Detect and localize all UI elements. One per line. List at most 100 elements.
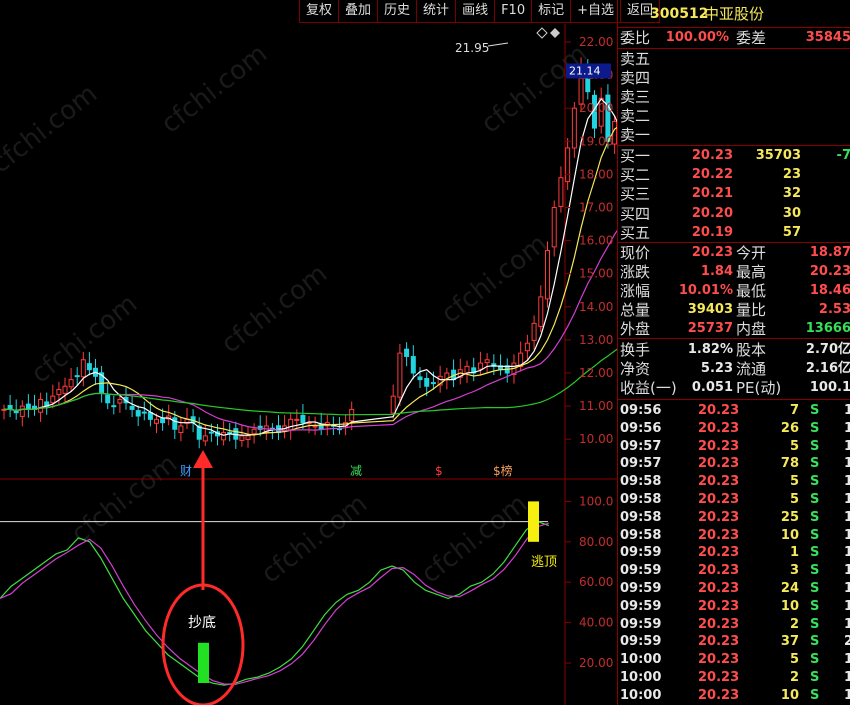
toolbar-overlay-button[interactable]: 叠加 [338, 0, 379, 23]
toolbar-history-button[interactable]: 历史 [377, 0, 418, 23]
tick-count: 1 [844, 563, 850, 579]
tick-row: 10:00 20.23 5 S 1 [618, 651, 850, 669]
candle-body [56, 389, 62, 396]
tick-volume: 5 [789, 474, 799, 490]
bid-label: 买三 [620, 185, 651, 204]
watermark-text: cfchi.com [156, 39, 273, 140]
quote-row: 涨幅 10.01% 最低 18.46 [618, 282, 850, 300]
event-marker: $ [435, 464, 443, 478]
bid-row: 买五 20.19 57 [618, 224, 850, 242]
tick-row: 10:00 20.23 10 S 1 [618, 687, 850, 705]
tick-count: 1 [844, 598, 850, 614]
candle-body [208, 431, 214, 434]
ask-row: 卖三 [618, 88, 850, 106]
fundamental-row: 收益(一) 0.051 PE(动) 100.1 [618, 379, 850, 397]
fundamental-row: 换手 1.82% 股本 2.70亿 [618, 341, 850, 359]
bid-volume: 32 [782, 186, 801, 202]
tick-time: 10:00 [620, 687, 662, 703]
order-diff-label: 委差 [736, 29, 767, 47]
toolbar-f10-button[interactable]: F10 [494, 0, 533, 23]
candle-body [172, 417, 178, 430]
tick-side: S [810, 563, 820, 579]
bid-change: -7 [836, 148, 850, 163]
ask-label: 卖三 [620, 88, 651, 106]
toolbar-draw-line-button[interactable]: 画线 [455, 0, 496, 23]
price-tick-label: 20.00 [579, 101, 613, 115]
candle-body [424, 378, 430, 387]
bid-volume: 35703 [755, 148, 801, 163]
toolbar-mark-button[interactable]: 标记 [531, 0, 572, 23]
tick-count: 1 [844, 670, 850, 685]
tick-count: 1 [844, 438, 850, 454]
toolbar-stats-button[interactable]: 统计 [416, 0, 457, 23]
watermark-text: cfchi.com [436, 229, 553, 330]
kline-chart[interactable]: cfchi.com cfchi.com cfchi.com cfchi.com cfch… [0, 24, 617, 705]
tick-side: S [810, 527, 820, 543]
tick-count: 1 [844, 545, 850, 561]
tick-count: 1 [844, 456, 850, 472]
quote-value: 20.23 [809, 264, 850, 279]
quote-label: 现价 [620, 244, 651, 262]
candle-body [464, 365, 470, 374]
tick-time: 09:57 [620, 438, 662, 454]
top-label: 逃顶 [531, 555, 557, 570]
quote-label: 最高 [736, 263, 767, 281]
tick-price: 20.23 [698, 420, 740, 436]
bid-volume: 30 [782, 205, 801, 221]
tick-side: S [810, 492, 820, 507]
tick-side: S [810, 545, 820, 561]
candle-body [417, 376, 423, 381]
event-marker: 财 [180, 464, 192, 478]
tick-side: S [810, 420, 820, 436]
candle-body [74, 375, 80, 378]
fundamental-label: 收益(一) [620, 379, 677, 397]
tick-volume: 26 [780, 420, 799, 436]
osc-tick-label: 80.00 [579, 535, 613, 549]
tick-time: 09:58 [620, 474, 662, 490]
tick-volume: 10 [780, 598, 799, 614]
watermark-text: cfchi.com [216, 259, 333, 360]
tick-volume: 10 [780, 687, 799, 703]
tick-time: 09:59 [620, 581, 662, 596]
tick-row: 09:58 20.23 5 S 1 [618, 473, 850, 491]
candle-body [390, 395, 396, 414]
toolbar-add-watchlist-button[interactable]: +自选 [570, 0, 622, 23]
price-tick-label: 19.00 [579, 134, 613, 148]
tick-volume: 7 [789, 403, 799, 418]
tick-time: 09:58 [620, 492, 662, 507]
candle-body [154, 418, 159, 424]
tick-price: 20.23 [698, 634, 740, 650]
order-ratio-row: 委比 100.00% 委差 35845 [618, 29, 850, 47]
candle-body [245, 435, 251, 440]
top-signal-bar [528, 501, 539, 542]
order-diff-value: 35845 [805, 30, 850, 45]
toolbar-fuquan-button[interactable]: 复权 [299, 0, 340, 23]
tick-volume: 25 [780, 509, 799, 525]
order-ratio-value: 100.00% [665, 30, 729, 45]
quote-label: 量比 [736, 301, 767, 319]
fundamental-label: 换手 [620, 341, 651, 359]
ask-row: 卖二 [618, 107, 850, 125]
bid-label: 买一 [620, 147, 651, 165]
candle-body [404, 348, 410, 357]
tick-side: S [810, 687, 820, 703]
quote-label: 内盘 [736, 320, 767, 338]
quote-label: 外盘 [620, 320, 651, 338]
candle-body [251, 428, 257, 435]
tick-volume: 5 [789, 652, 799, 668]
watermark: cfchi.com cfchi.com cfchi.com cfchi.com cfch… [0, 39, 593, 590]
fundamental-value: 0.051 [691, 380, 733, 395]
price-tick-label: 10.00 [579, 432, 613, 446]
tick-price: 20.23 [698, 438, 740, 454]
bid-price: 20.23 [691, 148, 733, 163]
bid-price: 20.20 [691, 205, 733, 221]
candle-body [410, 356, 416, 374]
ask-row: 卖一 [618, 126, 850, 144]
price-tick-label: 11.00 [579, 399, 613, 413]
fundamental-label: 流通 [736, 360, 767, 378]
price-tick-label: 17.00 [579, 201, 613, 215]
tick-price: 20.23 [698, 403, 740, 418]
watermark-text: cfchi.com [66, 449, 183, 550]
tick-time: 09:59 [620, 634, 662, 650]
tick-volume: 2 [789, 616, 799, 632]
